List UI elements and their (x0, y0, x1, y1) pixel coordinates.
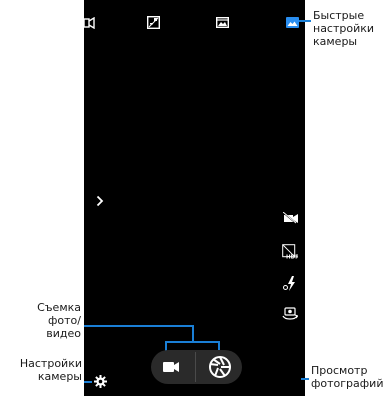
video-off-icon[interactable] (283, 212, 299, 224)
capture-controls-divider (195, 352, 196, 382)
panorama-mode-icon[interactable] (84, 17, 96, 29)
sidebar-expand-chevron-icon[interactable] (96, 195, 104, 207)
settings-gear-icon[interactable] (94, 375, 107, 388)
switch-camera-icon[interactable] (282, 307, 298, 321)
quick-settings-label: Быстрые настройки камеры (313, 9, 375, 48)
exposure-icon[interactable] (147, 16, 160, 29)
settings-pointer-line (84, 381, 92, 383)
video-record-button[interactable] (154, 350, 188, 384)
scene-mode-icon[interactable] (216, 17, 229, 28)
capture-pointer-horizontal (84, 325, 193, 327)
gallery-pointer-line (301, 378, 309, 380)
capture-pointer-crossbar (165, 341, 219, 343)
gallery-label: Просмотр фотографий (311, 364, 384, 390)
camera-screen (84, 0, 305, 396)
svg-text:HDR: HDR (286, 255, 298, 260)
hdr-icon[interactable]: HDR (282, 244, 298, 259)
quick-settings-pointer-line (299, 20, 311, 22)
quick-settings-picture-icon[interactable] (286, 17, 299, 28)
capture-label: Съемка фото/видео (37, 301, 81, 340)
settings-label: Настройки камеры (19, 357, 82, 383)
flash-auto-icon[interactable] (283, 276, 297, 291)
capture-pointer-stem (192, 325, 194, 342)
shutter-button[interactable] (203, 350, 237, 384)
camera-manual-page: Быстрые настройки камеры HDR Съемка фото… (0, 0, 385, 396)
